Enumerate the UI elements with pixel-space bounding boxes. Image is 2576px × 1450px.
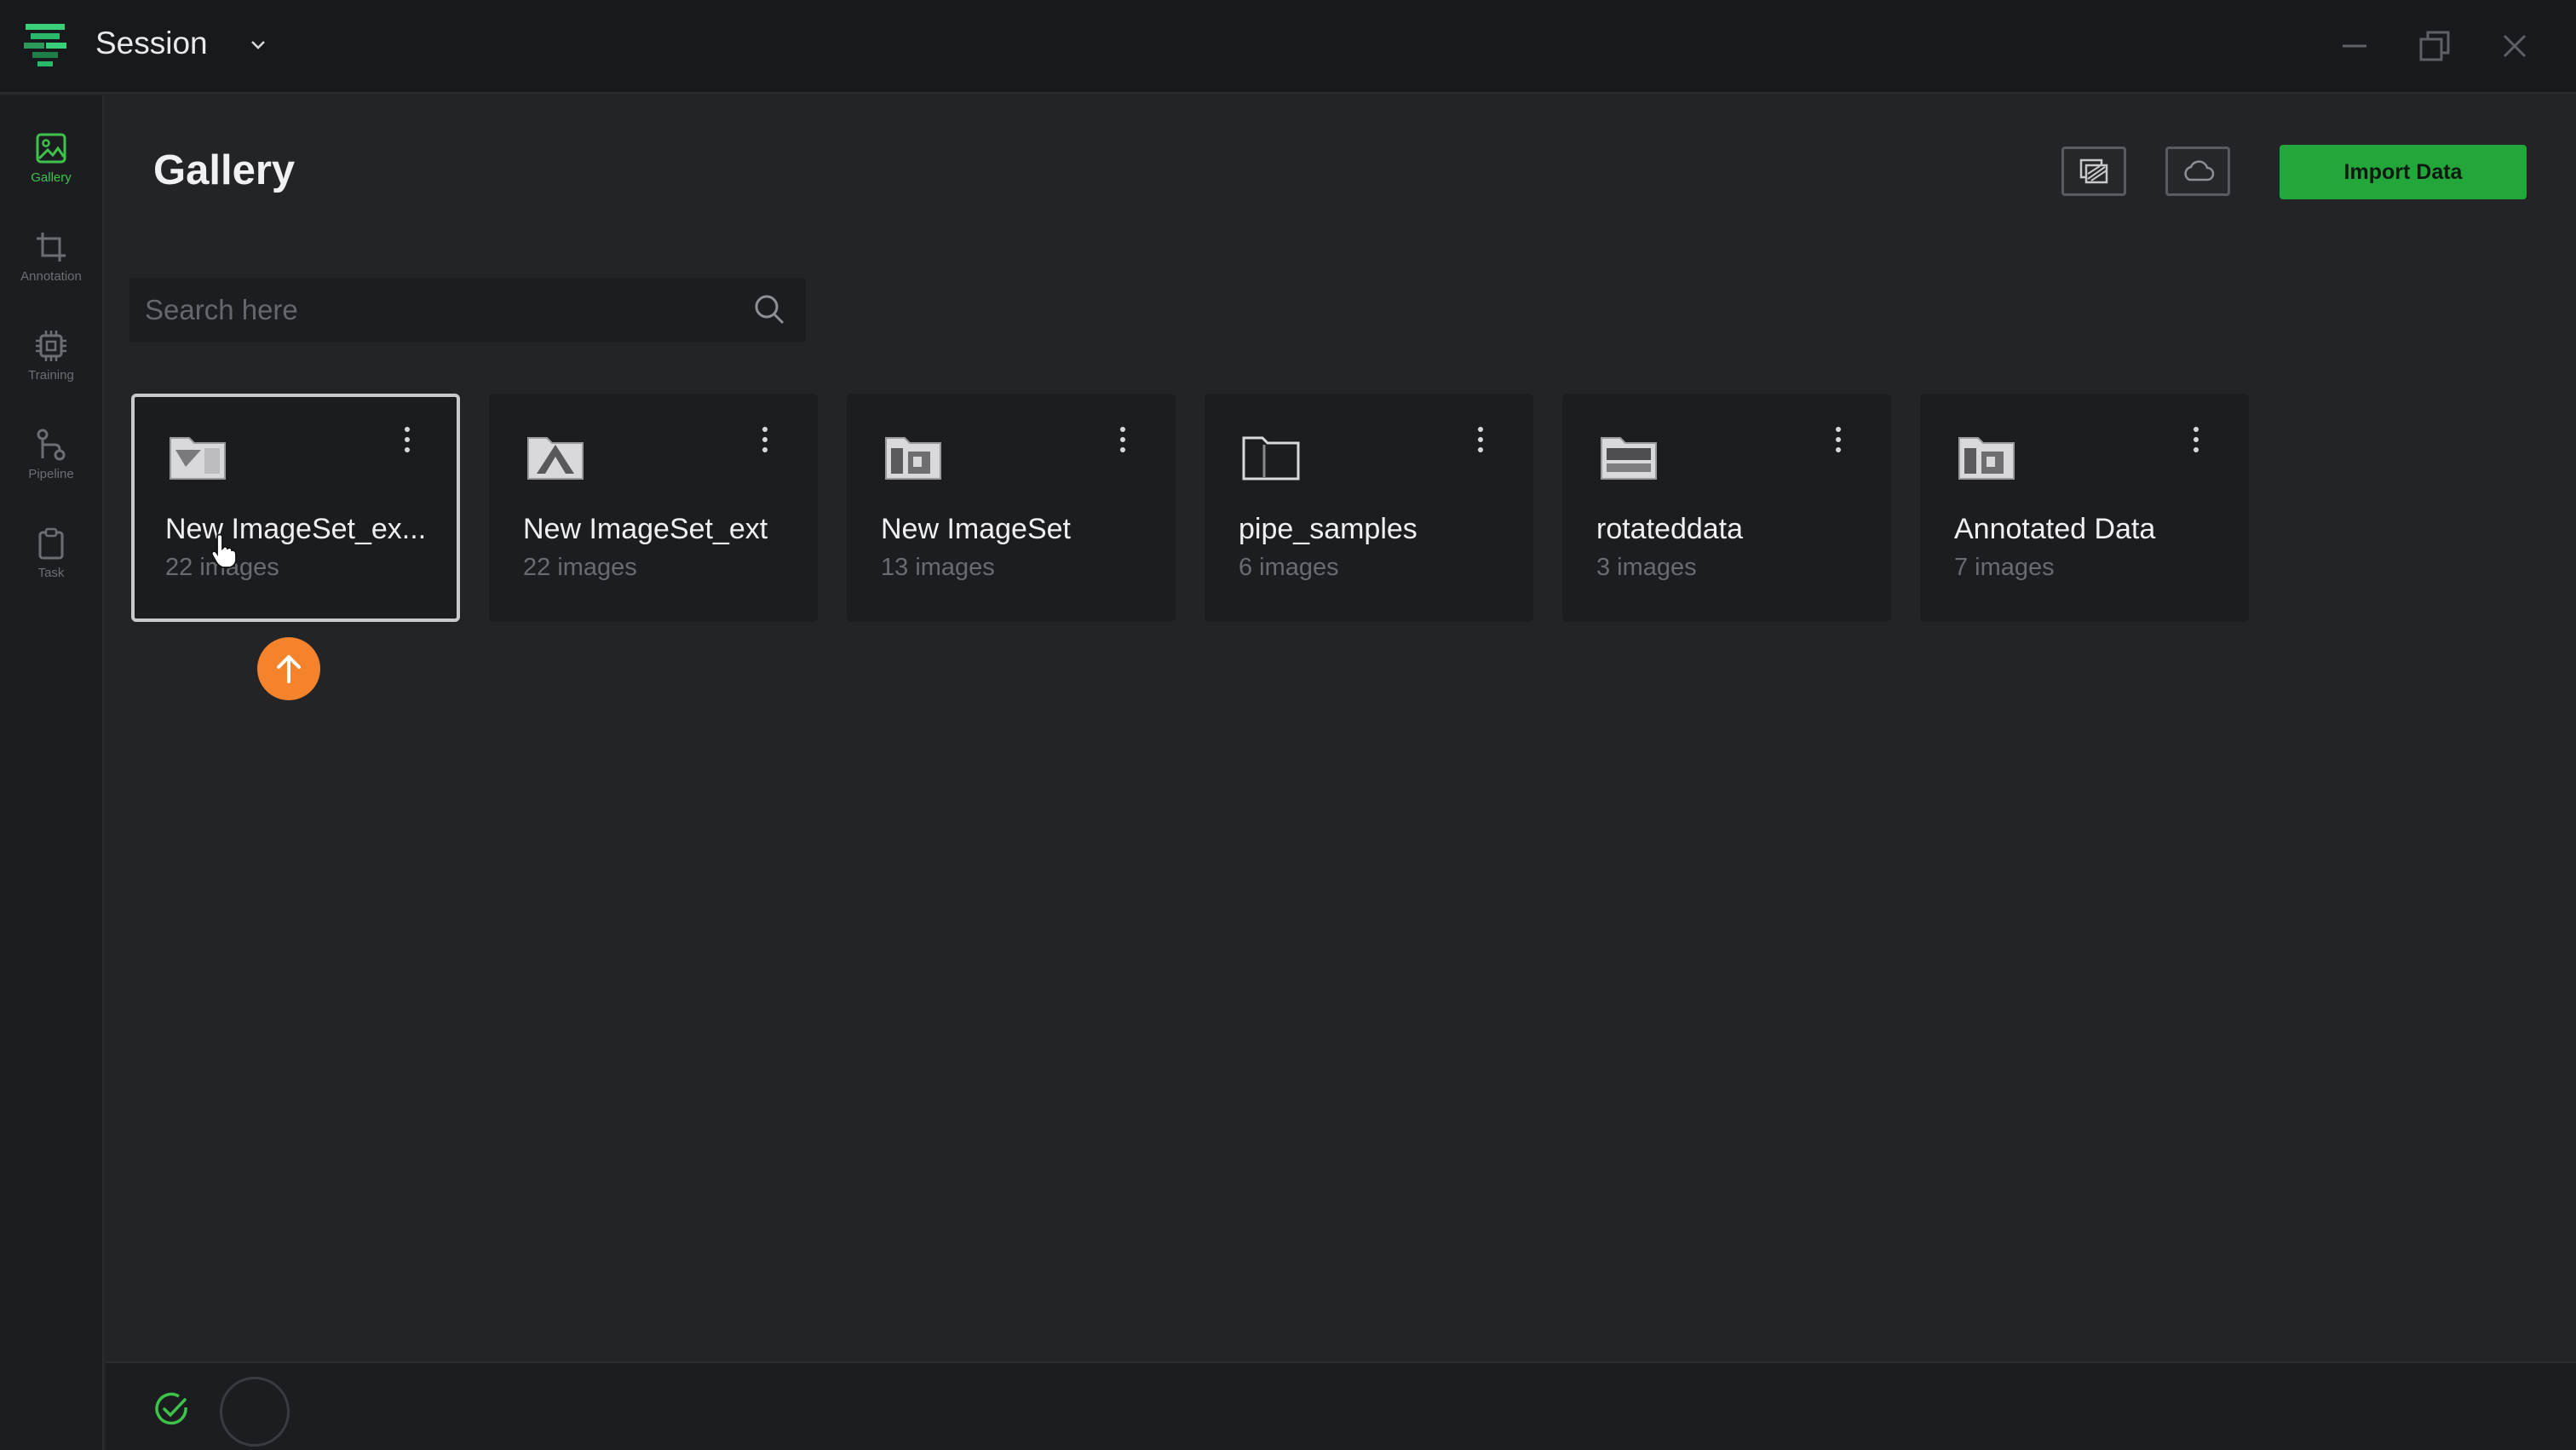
cloud-icon <box>2184 160 2215 181</box>
title-bar: Session <box>0 0 2576 94</box>
more-options-icon[interactable] <box>1113 423 1133 457</box>
minimize-icon[interactable] <box>2332 24 2377 68</box>
sidebar-item-label: Training <box>28 368 74 383</box>
clipboard-icon <box>38 527 64 560</box>
sidebar-item-label: Pipeline <box>28 467 74 481</box>
chip-icon <box>36 331 66 361</box>
folder-thumbnail-icon <box>1601 437 1657 480</box>
dataset-image-count: 6 images <box>1239 554 1339 581</box>
image-sync-button[interactable] <box>2061 147 2126 196</box>
dataset-name: Annotated Data <box>1954 513 2156 545</box>
dataset-name: pipe_samples <box>1239 513 1417 545</box>
folder-thumbnail-icon <box>527 437 584 480</box>
folder-thumbnail-icon <box>885 437 941 480</box>
sidebar-item-gallery[interactable]: Gallery <box>0 126 102 208</box>
dataset-name: New ImageSet_ext <box>523 513 768 545</box>
dataset-card[interactable]: New ImageSet_ext 22 images <box>489 394 818 622</box>
sidebar-item-label: Gallery <box>31 170 72 185</box>
folder-thumbnail-icon <box>1242 436 1300 480</box>
search-input[interactable] <box>145 278 724 342</box>
more-options-icon[interactable] <box>755 423 775 457</box>
dataset-image-count: 3 images <box>1596 554 1697 581</box>
search-field[interactable] <box>129 278 806 342</box>
more-options-icon[interactable] <box>1470 423 1491 457</box>
restore-icon[interactable] <box>2412 24 2457 68</box>
sidebar-item-label: Annotation <box>20 269 82 284</box>
folder-thumbnail-icon <box>170 437 226 480</box>
dataset-image-count: 22 images <box>523 554 637 581</box>
upload-button[interactable] <box>257 637 320 700</box>
dataset-card[interactable]: Annotated Data 7 images <box>1920 394 2249 622</box>
dataset-card[interactable]: pipe_samples 6 images <box>1205 394 1533 622</box>
more-options-icon[interactable] <box>1828 423 1849 457</box>
sidebar-item-training[interactable]: Training <box>0 324 102 406</box>
more-options-icon[interactable] <box>397 423 417 457</box>
app-logo-icon <box>24 24 66 66</box>
dataset-name: New ImageSet <box>881 513 1071 545</box>
check-circle-icon <box>155 1392 187 1425</box>
sidebar-item-task[interactable]: Task <box>0 521 102 603</box>
more-options-icon[interactable] <box>2186 423 2206 457</box>
import-data-button[interactable]: Import Data <box>2280 145 2527 199</box>
dataset-card[interactable]: New ImageSet 13 images <box>847 394 1176 622</box>
image-icon <box>36 133 66 164</box>
sidebar-item-annotation[interactable]: Annotation <box>0 225 102 307</box>
dataset-card[interactable]: rotateddata 3 images <box>1562 394 1891 622</box>
sidebar-item-label: Task <box>37 566 65 580</box>
dataset-image-count: 7 images <box>1954 554 2055 581</box>
dataset-card[interactable]: New ImageSet_ex... 22 images <box>131 394 460 622</box>
image-stack-icon <box>2079 158 2108 184</box>
pipeline-icon <box>37 429 66 461</box>
chevron-down-icon[interactable] <box>247 34 269 56</box>
dataset-name: New ImageSet_ex... <box>165 513 427 545</box>
dataset-name: rotateddata <box>1596 513 1744 545</box>
progress-ring <box>220 1377 290 1447</box>
crop-icon <box>37 233 66 262</box>
sidebar-item-pipeline[interactable]: Pipeline <box>0 423 102 504</box>
arrow-up-icon <box>277 655 301 683</box>
cloud-button[interactable] <box>2165 147 2230 196</box>
status-bar <box>106 1361 2576 1450</box>
search-icon[interactable] <box>751 291 787 327</box>
close-icon[interactable] <box>2493 24 2537 68</box>
session-title[interactable]: Session <box>95 26 208 61</box>
dataset-image-count: 13 images <box>881 554 995 581</box>
page-title: Gallery <box>153 147 296 193</box>
hand-cursor-icon <box>210 533 237 568</box>
sidebar: Gallery Annotation Training Pipeline Tas… <box>0 95 104 1450</box>
folder-thumbnail-icon <box>1958 437 2015 480</box>
